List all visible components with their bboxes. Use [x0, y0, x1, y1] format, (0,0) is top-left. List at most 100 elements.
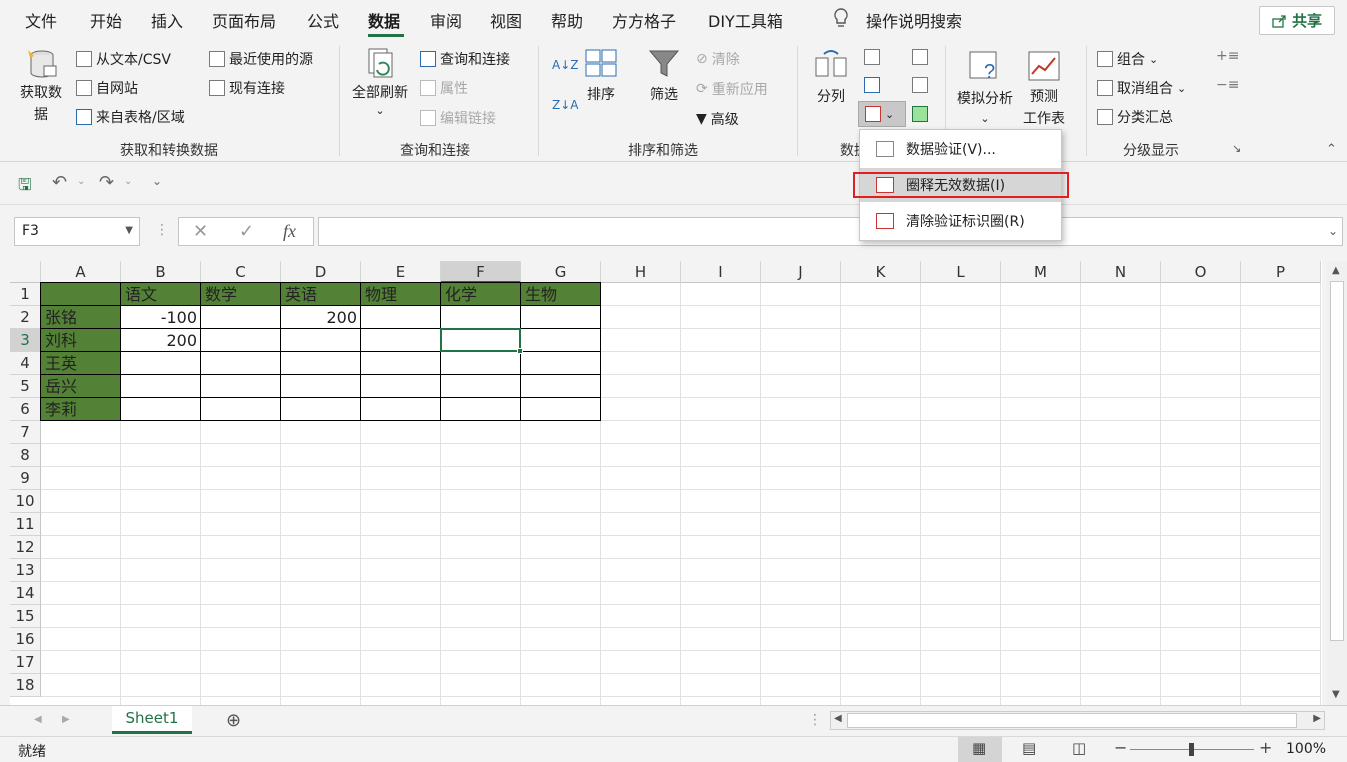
- from-text-csv-button[interactable]: 从文本/CSV: [76, 49, 171, 69]
- group-button[interactable]: 组合 ⌄: [1097, 49, 1158, 69]
- row-header-6[interactable]: 6: [10, 398, 41, 421]
- scroll-left-icon[interactable]: ◀: [834, 713, 842, 724]
- menu-item-data-validation[interactable]: 数据验证(V)...: [860, 132, 1061, 166]
- chevron-down-icon[interactable]: ⌄: [124, 176, 132, 187]
- chevron-down-icon[interactable]: ⌄: [77, 176, 85, 187]
- consolidate-button[interactable]: [912, 49, 928, 65]
- sort-az-button[interactable]: A↓Z: [552, 58, 578, 72]
- row-header-16[interactable]: 16: [10, 628, 41, 651]
- cancel-icon[interactable]: ✕: [193, 221, 208, 242]
- cell-C1[interactable]: 数学: [201, 283, 281, 306]
- row-header-10[interactable]: 10: [10, 490, 41, 513]
- select-all-corner[interactable]: [10, 261, 41, 283]
- normal-view-button[interactable]: ▦: [958, 737, 1002, 762]
- tab-formulas[interactable]: 公式: [307, 8, 339, 32]
- column-header-M[interactable]: M: [1001, 261, 1081, 283]
- fill-handle[interactable]: [517, 348, 523, 354]
- tab-fangfang[interactable]: 方方格子: [612, 8, 676, 32]
- data-validation-dropdown-button[interactable]: ⌄: [858, 101, 906, 127]
- clear-filter-button[interactable]: ⊘ 清除: [696, 49, 740, 69]
- vertical-scrollbar[interactable]: ▲ ▼: [1327, 261, 1347, 705]
- add-sheet-icon[interactable]: ⊕: [226, 710, 241, 731]
- column-header-G[interactable]: G: [521, 261, 601, 283]
- cell-G1[interactable]: 生物: [521, 283, 601, 306]
- reapply-button[interactable]: ⟳ 重新应用: [696, 79, 768, 99]
- tell-me-search[interactable]: 操作说明搜索: [866, 8, 962, 32]
- sort-button[interactable]: 排序: [584, 46, 618, 104]
- cell-F1[interactable]: 化学: [441, 283, 521, 306]
- filter-button[interactable]: 筛选: [647, 46, 681, 104]
- prev-sheet-icon[interactable]: ◀: [34, 714, 42, 725]
- scroll-right-icon[interactable]: ▶: [1313, 713, 1321, 724]
- cell-A5[interactable]: 岳兴: [41, 375, 121, 398]
- row-header-7[interactable]: 7: [10, 421, 41, 444]
- zoom-slider-thumb[interactable]: [1189, 743, 1194, 756]
- column-header-B[interactable]: B: [121, 261, 201, 283]
- column-header-N[interactable]: N: [1081, 261, 1161, 283]
- tab-home[interactable]: 开始: [90, 8, 122, 32]
- expand-formula-icon[interactable]: ⌄: [1328, 224, 1338, 238]
- enter-icon[interactable]: ✓: [239, 221, 254, 242]
- redo-icon[interactable]: ↷: [99, 172, 114, 193]
- edit-links-button[interactable]: 编辑链接: [420, 108, 496, 128]
- worksheet-grid[interactable]: ABCDEFGHIJKLMNOP 1 2 3 4 5 6 7 8 9 10 11 12 13 14 15 16…: [10, 261, 1322, 705]
- cell-B3[interactable]: 200: [121, 329, 201, 352]
- row-header-17[interactable]: 17: [10, 651, 41, 674]
- collapse-ribbon-icon[interactable]: ⌃: [1326, 142, 1337, 157]
- cell-B1[interactable]: 语文: [121, 283, 201, 306]
- row-header-2[interactable]: 2: [10, 306, 41, 329]
- column-header-I[interactable]: I: [681, 261, 761, 283]
- row-header-18[interactable]: 18: [10, 674, 41, 697]
- sheet-tab-sheet1[interactable]: Sheet1: [112, 706, 192, 734]
- tab-data[interactable]: 数据: [368, 8, 400, 32]
- formula-input[interactable]: ⌄: [318, 217, 1343, 246]
- dialog-launcher-icon[interactable]: ↘: [1232, 142, 1241, 155]
- scroll-down-icon[interactable]: ▼: [1332, 689, 1340, 700]
- column-header-F[interactable]: F: [441, 261, 521, 283]
- column-header-D[interactable]: D: [281, 261, 361, 283]
- cell-B2[interactable]: -100: [121, 306, 201, 329]
- vertical-scroll-thumb[interactable]: [1330, 281, 1344, 641]
- subtotal-button[interactable]: 分类汇总: [1097, 107, 1173, 127]
- undo-icon[interactable]: ↶: [52, 172, 67, 193]
- tab-view[interactable]: 视图: [490, 8, 522, 32]
- column-header-P[interactable]: P: [1241, 261, 1321, 283]
- cell-E1[interactable]: 物理: [361, 283, 441, 306]
- row-header-8[interactable]: 8: [10, 444, 41, 467]
- row-header-3[interactable]: 3: [10, 329, 41, 352]
- row-header-9[interactable]: 9: [10, 467, 41, 490]
- tab-split-grip-icon[interactable]: ⋮: [808, 712, 822, 728]
- column-header-C[interactable]: C: [201, 261, 281, 283]
- ungroup-button[interactable]: 取消组合 ⌄: [1097, 78, 1186, 98]
- remove-duplicates-button[interactable]: [864, 77, 880, 93]
- page-break-view-icon[interactable]: ◫: [1072, 739, 1086, 757]
- queries-connections-button[interactable]: 查询和连接: [420, 49, 510, 69]
- row-header-4[interactable]: 4: [10, 352, 41, 375]
- lightbulb-icon[interactable]: [832, 8, 850, 32]
- scroll-up-icon[interactable]: ▲: [1332, 265, 1340, 276]
- chevron-down-icon[interactable]: ▼: [125, 225, 133, 236]
- zoom-level[interactable]: 100%: [1286, 741, 1326, 757]
- next-sheet-icon[interactable]: ▶: [62, 714, 70, 725]
- save-icon[interactable]: 🖫: [18, 174, 32, 201]
- refresh-all-button[interactable]: 全部刷新 ⌄: [352, 46, 408, 117]
- tab-review[interactable]: 审阅: [430, 8, 462, 32]
- cell-A2[interactable]: 张铭: [41, 306, 121, 329]
- customize-toolbar-icon[interactable]: ⌄: [152, 174, 162, 188]
- flash-fill-button[interactable]: [864, 49, 880, 65]
- cell-D1[interactable]: 英语: [281, 283, 361, 306]
- from-web-button[interactable]: 自网站: [76, 78, 138, 98]
- share-button[interactable]: 共享: [1259, 6, 1335, 35]
- name-box[interactable]: F3 ▼: [14, 217, 140, 246]
- existing-connections-button[interactable]: 现有连接: [209, 78, 285, 98]
- row-header-15[interactable]: 15: [10, 605, 41, 628]
- menu-item-clear-validation-circles[interactable]: 清除验证标识圈(R): [860, 204, 1061, 238]
- recent-sources-button[interactable]: 最近使用的源: [209, 49, 313, 69]
- relationships-button[interactable]: [912, 77, 928, 93]
- row-header-5[interactable]: 5: [10, 375, 41, 398]
- row-header-12[interactable]: 12: [10, 536, 41, 559]
- get-data-button[interactable]: 获取数 据: [20, 46, 62, 124]
- data-model-button[interactable]: [912, 106, 928, 122]
- advanced-filter-button[interactable]: ▼ 高级: [696, 109, 739, 129]
- tab-file[interactable]: 文件: [25, 8, 57, 32]
